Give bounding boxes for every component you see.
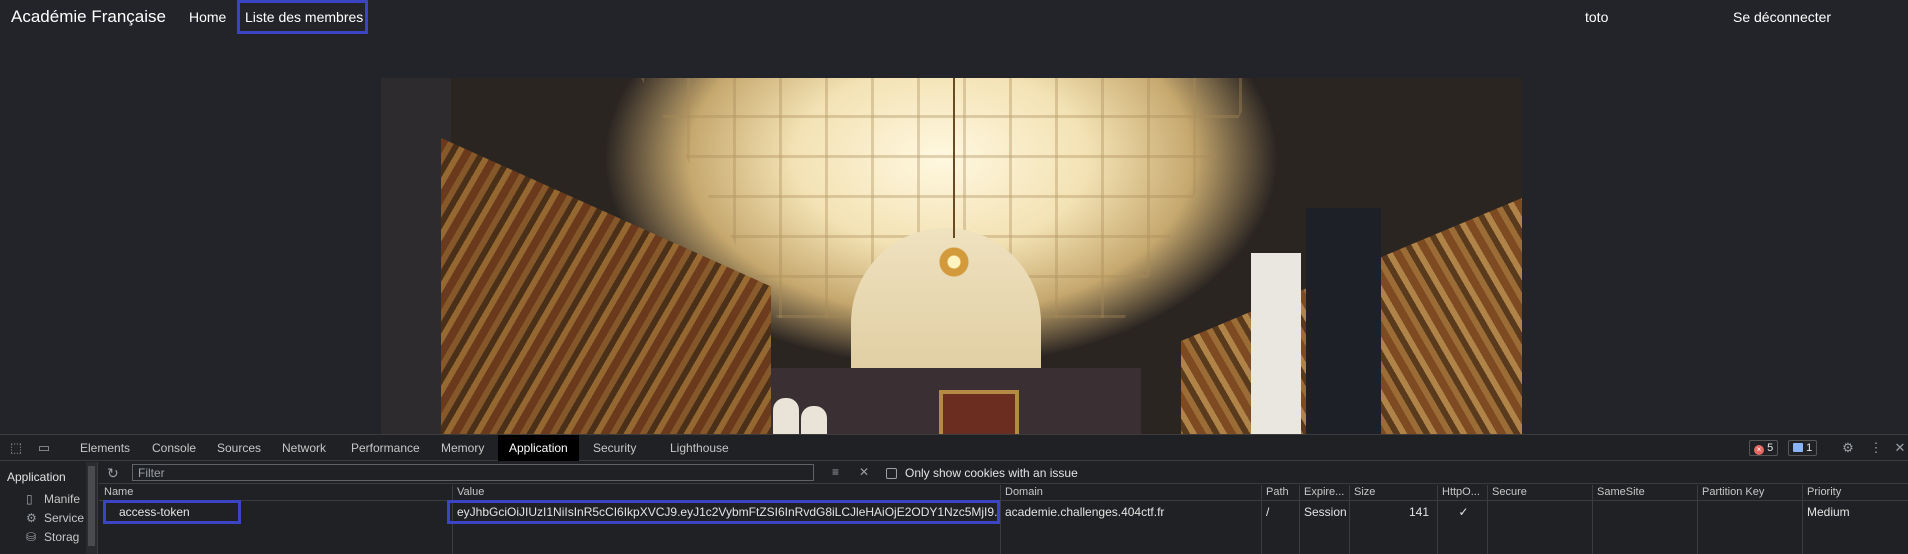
filter-input[interactable] bbox=[132, 464, 814, 481]
table-row[interactable]: access-token eyJhbGciOiJIUzI1NiIsInR5cCI… bbox=[99, 502, 1908, 523]
tab-application[interactable]: Application bbox=[498, 435, 579, 461]
column-header-priority[interactable]: Priority bbox=[1802, 486, 1841, 501]
value-cell-highlight bbox=[447, 500, 1000, 524]
device-toolbar-icon[interactable]: ▭ bbox=[36, 440, 52, 456]
more-options-icon[interactable]: ⋮ bbox=[1868, 440, 1884, 456]
sidebar-title: Application bbox=[7, 470, 66, 484]
gallery-hall-photo bbox=[381, 78, 1522, 434]
hero-chandelier bbox=[909, 78, 999, 298]
inspect-element-icon[interactable]: ⬚ bbox=[8, 440, 24, 456]
sidebar-item-storage[interactable]: ⛁ Storag bbox=[26, 530, 79, 544]
hero-window bbox=[1251, 253, 1301, 434]
database-icon: ⛁ bbox=[26, 530, 37, 544]
column-header-httponly[interactable]: HttpO... bbox=[1437, 486, 1480, 501]
messages-count: 1 bbox=[1806, 442, 1813, 454]
scrollbar-thumb[interactable] bbox=[88, 466, 95, 546]
site-brand[interactable]: Académie Française bbox=[11, 7, 166, 27]
cookie-expires[interactable]: Session bbox=[1299, 505, 1347, 519]
column-header-samesite[interactable]: SameSite bbox=[1592, 486, 1645, 501]
hero-painting bbox=[939, 390, 1019, 434]
sidebar-item-label: Manife bbox=[44, 492, 81, 506]
sidebar-item-service-workers[interactable]: ⚙ Service bbox=[26, 511, 84, 525]
column-header-expires[interactable]: Expire... bbox=[1299, 486, 1344, 501]
messages-badge[interactable]: 1 bbox=[1788, 440, 1818, 456]
hero-bust bbox=[801, 406, 827, 434]
hero-curtain bbox=[1306, 208, 1381, 434]
cookies-table: Name Value Domain Path Expire... Size Ht… bbox=[99, 485, 1908, 554]
tab-security[interactable]: Security bbox=[591, 435, 638, 461]
errors-count: 5 bbox=[1767, 442, 1774, 454]
site-navbar: Académie Française Home Liste des membre… bbox=[0, 0, 1908, 34]
name-cell-highlight bbox=[103, 500, 241, 524]
nav-members-link[interactable]: Liste des membres bbox=[237, 0, 368, 34]
cookie-domain[interactable]: academie.challenges.404ctf.fr bbox=[1000, 505, 1258, 519]
tab-performance[interactable]: Performance bbox=[349, 435, 422, 461]
cookie-priority[interactable]: Medium bbox=[1802, 505, 1902, 519]
column-header-secure[interactable]: Secure bbox=[1487, 486, 1527, 501]
only-issues-label: Only show cookies with an issue bbox=[905, 466, 1078, 480]
nav-username[interactable]: toto bbox=[1585, 9, 1608, 25]
devtools-panel: ⬚ ▭ Elements Console Sources Network Per… bbox=[0, 434, 1908, 554]
cookies-filter-bar: ↻ ≡ ✕ Only show cookies with an issue bbox=[99, 462, 1908, 484]
sidebar-item-label: Service bbox=[44, 511, 85, 525]
hero-left-wall bbox=[381, 78, 451, 434]
application-sidebar: Application ▯ Manife ⚙ Service ⛁ Storag bbox=[0, 462, 98, 554]
cookie-path[interactable]: / bbox=[1261, 505, 1297, 519]
tab-network[interactable]: Network bbox=[280, 435, 328, 461]
hero-bust bbox=[773, 398, 799, 434]
column-header-name[interactable]: Name bbox=[99, 486, 133, 501]
cookie-httponly[interactable]: ✓ bbox=[1437, 505, 1485, 519]
only-issues-checkbox[interactable] bbox=[886, 468, 897, 479]
table-header: Name Value Domain Path Expire... Size Ht… bbox=[99, 485, 1908, 501]
file-icon: ▯ bbox=[26, 492, 33, 506]
sidebar-item-label: Storag bbox=[44, 530, 80, 544]
tab-console[interactable]: Console bbox=[150, 435, 198, 461]
message-icon bbox=[1793, 443, 1803, 452]
column-header-partition-key[interactable]: Partition Key bbox=[1697, 486, 1764, 501]
tab-elements[interactable]: Elements bbox=[78, 435, 132, 461]
column-header-size[interactable]: Size bbox=[1349, 486, 1375, 501]
close-icon[interactable]: ✕ bbox=[1892, 440, 1908, 456]
column-header-domain[interactable]: Domain bbox=[1000, 486, 1043, 501]
gears-icon: ⚙ bbox=[26, 511, 37, 525]
nav-logout-link[interactable]: Se déconnecter bbox=[1733, 9, 1831, 25]
tab-memory[interactable]: Memory bbox=[439, 435, 486, 461]
column-header-value[interactable]: Value bbox=[452, 486, 484, 501]
nav-home-link[interactable]: Home bbox=[189, 9, 226, 25]
settings-gear-icon[interactable]: ⚙ bbox=[1840, 440, 1856, 456]
errors-badge[interactable]: × 5 bbox=[1749, 440, 1779, 456]
sidebar-item-manifest[interactable]: ▯ Manife bbox=[26, 492, 80, 506]
sidebar-scrollbar[interactable] bbox=[86, 462, 97, 554]
delete-selected-icon[interactable]: ✕ bbox=[859, 465, 869, 479]
refresh-icon[interactable]: ↻ bbox=[107, 465, 119, 482]
tab-lighthouse[interactable]: Lighthouse bbox=[668, 435, 731, 461]
tab-sources[interactable]: Sources bbox=[215, 435, 263, 461]
devtools-toolbar: ⬚ ▭ Elements Console Sources Network Per… bbox=[0, 435, 1908, 461]
column-header-path[interactable]: Path bbox=[1261, 486, 1289, 501]
clear-all-icon[interactable]: ≡ bbox=[832, 465, 839, 479]
cookie-size[interactable]: 141 bbox=[1349, 505, 1433, 519]
error-icon: × bbox=[1754, 445, 1764, 455]
